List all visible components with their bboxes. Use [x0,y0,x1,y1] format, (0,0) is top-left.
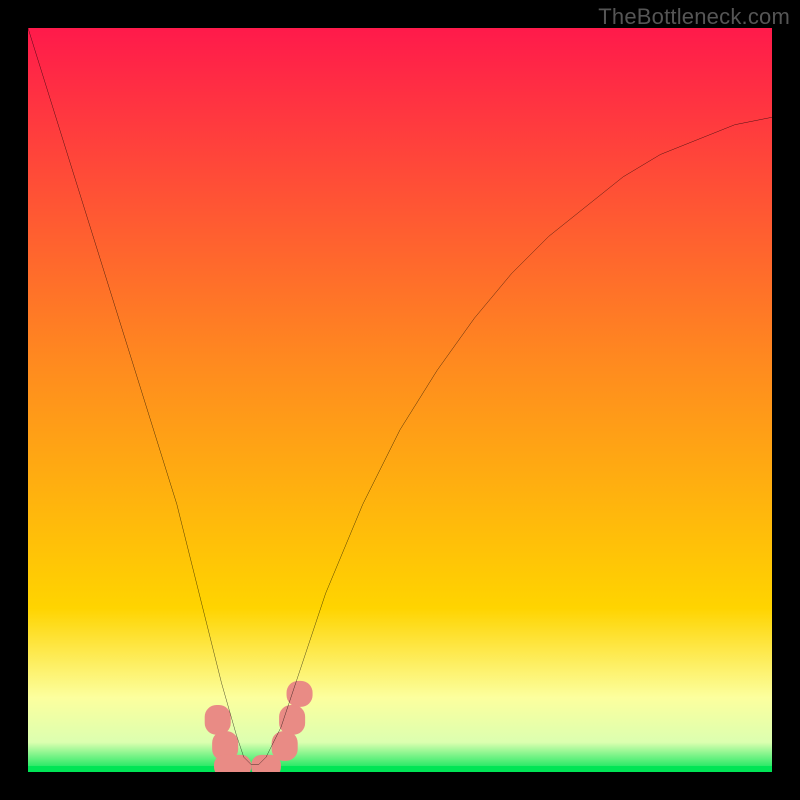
watermark-text: TheBottleneck.com [598,4,790,30]
chart-baseline [28,766,772,772]
bottleneck-chart [28,28,772,772]
curve-marker [279,705,305,735]
curve-marker [272,731,298,761]
curve-marker [214,755,251,772]
chart-background [28,28,772,772]
curve-marker [205,705,231,735]
chart-frame: TheBottleneck.com [0,0,800,800]
curve-marker [287,681,313,707]
